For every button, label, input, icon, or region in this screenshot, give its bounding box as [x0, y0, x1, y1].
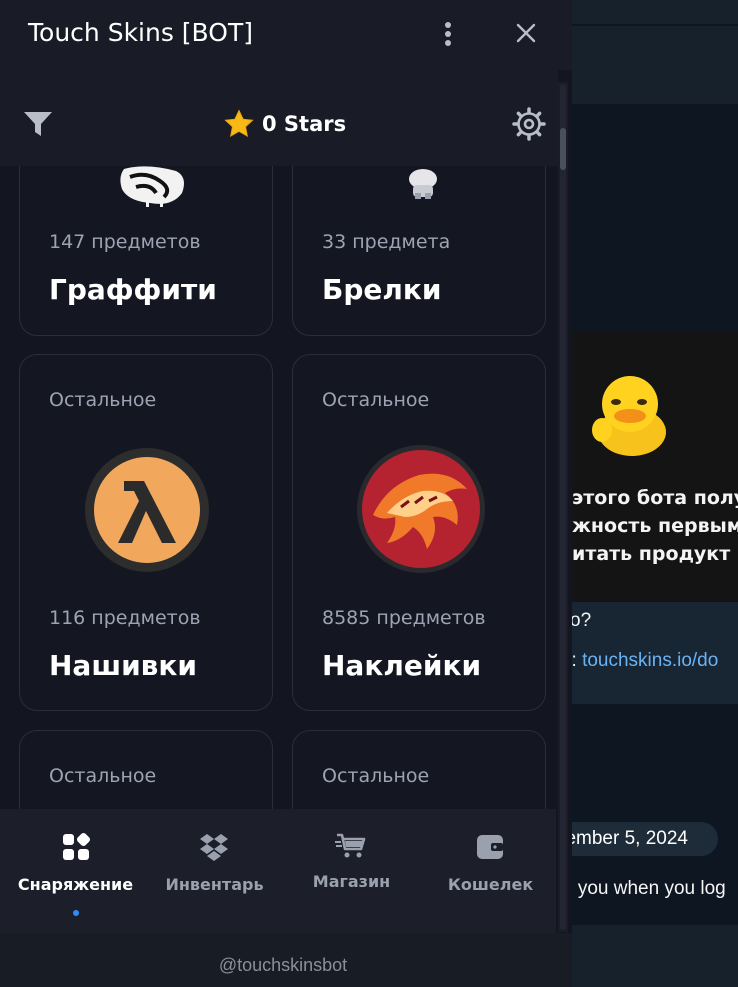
promo-text: этого бота полу жность первыми итать про…: [572, 484, 738, 568]
nav-label: Инвентарь: [165, 875, 264, 894]
nav-item-wallet[interactable]: Кошелек: [421, 809, 560, 933]
wallet-icon: [477, 835, 503, 859]
chat-message: о? s: touchskins.io/do: [572, 602, 738, 704]
title-bar: Touch Skins [BOT]: [0, 0, 572, 70]
promo-line: этого бота полу: [572, 487, 738, 509]
active-indicator: [73, 910, 79, 916]
item-count: 147 предметов: [49, 231, 201, 253]
nav-label: Кошелек: [447, 875, 534, 894]
lambda-patch-image: [85, 448, 209, 572]
category-tag: Остальное: [49, 765, 157, 787]
cart-icon: [335, 833, 366, 858]
category-name: Нашивки: [49, 649, 198, 682]
category-tag: Остальное: [49, 389, 157, 411]
item-count: 8585 предметов: [322, 607, 486, 629]
chat-top-band: [572, 0, 738, 24]
category-card-stickers[interactable]: Остальное 8585 предметов Наклейки: [292, 354, 546, 711]
gear-icon[interactable]: [512, 107, 546, 141]
chat-message-last: e you when you log: [572, 878, 726, 899]
dropbox-icon: [200, 834, 228, 861]
category-tag: Остальное: [322, 389, 430, 411]
scrollbar-thumb[interactable]: [560, 128, 566, 170]
nav-item-shop[interactable]: Магазин: [282, 809, 421, 933]
promo-image: этого бота полу жность первыми итать про…: [572, 332, 738, 602]
message-link-line: s: touchskins.io/do: [572, 650, 718, 672]
mini-app-panel: Touch Skins [BOT] 0 Stars 147 предметов …: [0, 0, 572, 987]
window-title: Touch Skins [BOT]: [28, 18, 253, 47]
nav-label: Магазин: [312, 872, 391, 891]
filter-icon[interactable]: [22, 108, 54, 140]
scrollbar-rail: [560, 84, 566, 930]
star-icon: [224, 109, 254, 137]
date-separator: ember 5, 2024: [572, 822, 718, 856]
chat-header: [572, 26, 738, 104]
category-card[interactable]: Остальное: [19, 730, 273, 809]
item-count: 116 предметов: [49, 607, 201, 629]
grid-shapes-icon: [63, 832, 91, 860]
category-card[interactable]: Остальное: [292, 730, 546, 809]
category-card-graffiti[interactable]: 147 предметов Граффити: [19, 166, 273, 336]
bot-username: @touchskinsbot: [218, 955, 348, 975]
category-name: Наклейки: [322, 649, 482, 682]
nav-label: Снаряжение: [17, 875, 134, 894]
category-name: Граффити: [49, 273, 217, 306]
category-grid: 147 предметов Граффити 33 предмета Брелк…: [0, 166, 558, 809]
duck-sticker-icon: [592, 376, 666, 456]
link-prefix: s:: [572, 650, 577, 671]
stars-label: 0 Stars: [262, 112, 347, 136]
category-tag: Остальное: [322, 765, 430, 787]
chat-area: [572, 104, 738, 332]
stars-balance[interactable]: 0 Stars: [224, 108, 346, 140]
category-card-charms[interactable]: 33 предмета Брелки: [292, 166, 546, 336]
toolbar: 0 Stars: [0, 70, 558, 166]
docs-link[interactable]: touchskins.io/do: [582, 650, 718, 671]
message-question: о?: [572, 610, 592, 631]
charm-image: [409, 169, 437, 199]
promo-line: жность первыми: [572, 515, 738, 537]
item-count: 33 предмета: [322, 231, 451, 253]
promo-line: итать продукт: [572, 543, 731, 565]
graffiti-image: [120, 166, 184, 207]
chat-bottom-band: [572, 925, 738, 987]
chat-background: этого бота полу жность первыми итать про…: [572, 0, 738, 987]
more-vertical-icon[interactable]: [434, 18, 462, 50]
dragon-sticker-image: [357, 445, 485, 573]
nav-item-equipment[interactable]: Снаряжение: [6, 809, 145, 933]
close-icon[interactable]: [512, 19, 540, 47]
bottom-navigation: Снаряжение Инвентарь Магазин Кошелек: [0, 809, 556, 933]
category-card-patches[interactable]: Остальное 116 предметов Нашивки: [19, 354, 273, 711]
nav-item-inventory[interactable]: Инвентарь: [145, 809, 284, 933]
bot-footer: @touchskinsbot: [0, 933, 572, 987]
category-name: Брелки: [322, 273, 442, 306]
